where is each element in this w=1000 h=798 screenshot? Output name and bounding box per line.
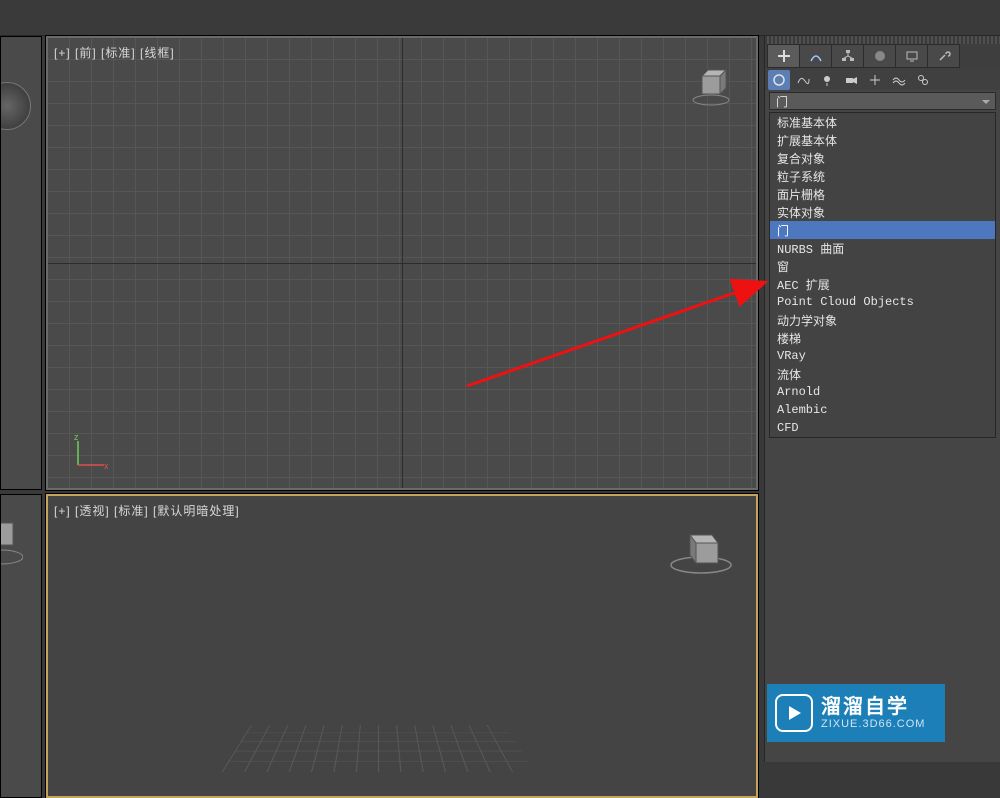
subtype-spacewarps[interactable] bbox=[888, 70, 910, 90]
dropdown-item[interactable]: 动力学对象 bbox=[770, 311, 995, 329]
dropdown-item[interactable]: 面片栅格 bbox=[770, 185, 995, 203]
dropdown-item[interactable]: Point Cloud Objects bbox=[770, 293, 995, 311]
dropdown-item[interactable]: 楼梯 bbox=[770, 329, 995, 347]
viewport-perspective[interactable]: [+] [透视] [标准] [默认明暗处理] bbox=[46, 494, 758, 798]
command-panel: 门 标准基本体扩展基本体复合对象粒子系统面片栅格实体对象门NURBS 曲面窗AE… bbox=[764, 36, 1000, 762]
subtype-shapes[interactable] bbox=[792, 70, 814, 90]
watermark-url: ZIXUE.3D66.COM bbox=[821, 718, 925, 730]
axis-v bbox=[402, 38, 403, 488]
category-dropdown[interactable]: 门 bbox=[769, 92, 996, 110]
create-subtypes bbox=[765, 68, 1000, 90]
viewport-front[interactable]: [+] [前] [标准] [线框] z x bbox=[46, 36, 758, 490]
viewport-label[interactable]: [+] [前] [标准] [线框] bbox=[54, 44, 175, 61]
axis-gizmo: z x bbox=[70, 433, 110, 473]
dropdown-item[interactable]: Arnold bbox=[770, 383, 995, 401]
dropdown-item[interactable]: AEC 扩展 bbox=[770, 275, 995, 293]
dropdown-item[interactable]: 门 bbox=[770, 221, 995, 239]
viewcube-persp-partial bbox=[0, 513, 23, 573]
tab-utilities[interactable] bbox=[927, 44, 960, 68]
subtype-systems[interactable] bbox=[912, 70, 934, 90]
viewcube-partial bbox=[0, 82, 31, 130]
tab-motion[interactable] bbox=[863, 44, 896, 68]
dropdown-item[interactable]: 粒子系统 bbox=[770, 167, 995, 185]
watermark-title: 溜溜自学 bbox=[821, 696, 925, 718]
viewport-area: [+] [前] [标准] [线框] z x [+] [透视] [标准 bbox=[0, 36, 760, 762]
dropdown-item[interactable]: 实体对象 bbox=[770, 203, 995, 221]
play-icon bbox=[775, 694, 813, 732]
subtype-lights[interactable] bbox=[816, 70, 838, 90]
dropdown-item[interactable]: 窗 bbox=[770, 257, 995, 275]
tab-create[interactable] bbox=[767, 44, 800, 68]
viewport-label[interactable]: [+] [透视] [标准] [默认明暗处理] bbox=[54, 502, 240, 519]
perspective-grid bbox=[222, 725, 535, 772]
dropdown-value: 门 bbox=[776, 93, 788, 110]
tab-modify[interactable] bbox=[799, 44, 832, 68]
panel-main-tabs bbox=[765, 44, 1000, 68]
dropdown-item[interactable]: NURBS 曲面 bbox=[770, 239, 995, 257]
svg-text:x: x bbox=[104, 461, 109, 471]
dropdown-item[interactable]: VRay bbox=[770, 347, 995, 365]
watermark-badge: 溜溜自学 ZIXUE.3D66.COM bbox=[767, 684, 945, 742]
viewcube-widget[interactable] bbox=[666, 521, 736, 576]
viewport-bottomleft-strip[interactable] bbox=[0, 494, 42, 798]
tab-hierarchy[interactable] bbox=[831, 44, 864, 68]
subtype-helpers[interactable] bbox=[864, 70, 886, 90]
dropdown-item[interactable]: CFD bbox=[770, 419, 995, 437]
app-toolbar bbox=[0, 0, 1000, 36]
category-dropdown-list: 标准基本体扩展基本体复合对象粒子系统面片栅格实体对象门NURBS 曲面窗AEC … bbox=[769, 112, 996, 438]
viewcube-widget[interactable] bbox=[691, 68, 731, 108]
subtype-geometry[interactable] bbox=[768, 70, 790, 90]
dropdown-item[interactable]: 标准基本体 bbox=[770, 113, 995, 131]
dropdown-item[interactable]: 流体 bbox=[770, 365, 995, 383]
svg-text:z: z bbox=[74, 433, 79, 442]
dropdown-item[interactable]: 复合对象 bbox=[770, 149, 995, 167]
subtype-cameras[interactable] bbox=[840, 70, 862, 90]
viewport-left-strip[interactable] bbox=[0, 36, 42, 490]
dropdown-item[interactable]: 扩展基本体 bbox=[770, 131, 995, 149]
panel-drag-handle[interactable] bbox=[765, 36, 1000, 44]
tab-display[interactable] bbox=[895, 44, 928, 68]
dropdown-item[interactable]: Alembic bbox=[770, 401, 995, 419]
